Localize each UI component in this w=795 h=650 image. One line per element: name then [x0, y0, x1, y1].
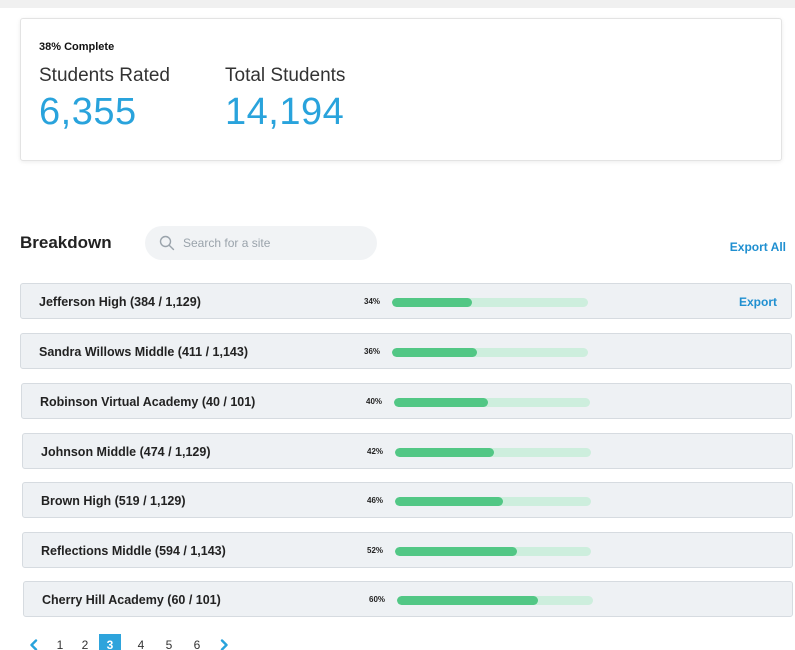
site-name: Cherry Hill Academy (60 / 101)	[42, 593, 221, 607]
breakdown-header: Breakdown Export All	[20, 226, 786, 262]
site-percent-label: 42%	[367, 447, 384, 456]
site-export-link[interactable]: Export	[739, 295, 777, 309]
site-progress-bar	[392, 348, 588, 357]
site-percent-label: 34%	[364, 297, 381, 306]
site-progress-bar	[392, 298, 588, 307]
site-progress-fill	[394, 398, 489, 407]
chevron-left-icon[interactable]	[28, 639, 40, 650]
site-name: Robinson Virtual Academy (40 / 101)	[40, 395, 256, 409]
site-search-box[interactable]	[145, 226, 377, 260]
site-row[interactable]: Reflections Middle (594 / 1,143) 52%	[22, 532, 793, 568]
page-1[interactable]: 1	[49, 634, 71, 650]
search-icon	[159, 235, 175, 251]
site-percent-label: 52%	[367, 546, 384, 555]
site-row[interactable]: Jefferson High (384 / 1,129) 34% Export	[20, 283, 792, 319]
completion-label: 38% Complete	[39, 41, 115, 53]
site-row[interactable]: Johnson Middle (474 / 1,129) 42%	[22, 433, 793, 469]
students-rated-value: 6,355	[39, 91, 137, 133]
site-row[interactable]: Brown High (519 / 1,129) 46%	[22, 482, 793, 518]
students-rated-label: Students Rated	[39, 65, 170, 86]
breakdown-title: Breakdown	[20, 233, 112, 252]
site-progress-fill	[392, 298, 472, 307]
site-search-input[interactable]	[183, 226, 368, 260]
page-6[interactable]: 6	[186, 634, 208, 650]
site-row[interactable]: Sandra Willows Middle (411 / 1,143) 36%	[20, 333, 792, 369]
site-name: Jefferson High (384 / 1,129)	[39, 295, 201, 309]
export-all-link[interactable]: Export All	[730, 240, 786, 254]
site-row[interactable]: Robinson Virtual Academy (40 / 101) 40%	[21, 383, 792, 419]
site-progress-fill	[395, 547, 518, 556]
page-5[interactable]: 5	[158, 634, 180, 650]
site-progress-fill	[395, 497, 504, 506]
site-name: Sandra Willows Middle (411 / 1,143)	[39, 345, 248, 359]
page-2[interactable]: 2	[74, 634, 96, 650]
page-3[interactable]: 3	[99, 634, 121, 650]
site-name: Brown High (519 / 1,129)	[41, 494, 186, 508]
dashboard-page: 38% Complete Students Rated 6,355 Total …	[0, 0, 795, 650]
page-4[interactable]: 4	[130, 634, 152, 650]
site-name: Johnson Middle (474 / 1,129)	[41, 445, 211, 459]
site-name: Reflections Middle (594 / 1,143)	[41, 544, 226, 558]
total-students-label: Total Students	[225, 65, 346, 86]
site-progress-bar	[397, 596, 593, 605]
site-percent-label: 60%	[369, 595, 386, 604]
summary-card: 38% Complete Students Rated 6,355 Total …	[20, 18, 782, 161]
total-students-stat: Total Students 14,194	[225, 65, 345, 134]
site-progress-bar	[395, 448, 591, 457]
site-percent-label: 46%	[367, 496, 384, 505]
site-progress-fill	[397, 596, 539, 605]
site-progress-bar	[395, 497, 591, 506]
site-progress-bar	[395, 547, 591, 556]
site-progress-bar	[394, 398, 590, 407]
chevron-right-icon[interactable]	[218, 639, 230, 650]
total-students-value: 14,194	[225, 91, 345, 133]
site-progress-fill	[392, 348, 477, 357]
site-percent-label: 36%	[364, 347, 381, 356]
students-rated-stat: Students Rated 6,355	[39, 65, 170, 134]
site-row[interactable]: Cherry Hill Academy (60 / 101) 60%	[23, 581, 793, 617]
site-progress-fill	[395, 448, 494, 457]
site-percent-label: 40%	[366, 397, 383, 406]
